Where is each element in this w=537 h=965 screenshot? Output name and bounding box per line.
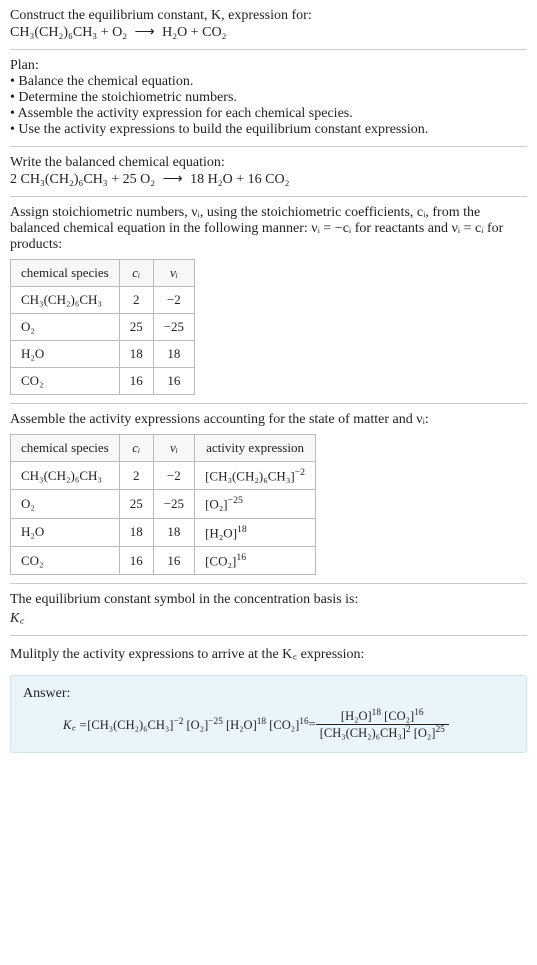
unbalanced-equation: CH₃(CH₂)₆CH₃ + O₂ ⟶ H₂O + CO₂ <box>10 24 527 41</box>
kc-expression: K꜀ = [CH₃(CH₂)₆CH₃]−2 [O₂]−25 [H₂O]18 [C… <box>23 708 514 741</box>
balanced-lhs: 2 CH₃(CH₂)₆CH₃ + 25 O₂ <box>10 172 155 187</box>
multiply-block: Mulitply the activity expressions to arr… <box>0 636 537 671</box>
multiply-text: Mulitply the activity expressions to arr… <box>10 644 527 663</box>
intro-block: Construct the equilibrium constant, K, e… <box>0 0 537 49</box>
cell-activity: [O₂]−25 <box>195 490 316 518</box>
col-species: chemical species <box>11 435 120 462</box>
activity-heading: Assemble the activity expressions accoun… <box>10 412 527 428</box>
kc-symbol: K꜀ <box>10 608 527 627</box>
cell-species: CH₃(CH₂)₆CH₃ <box>11 287 120 314</box>
cell-ci: 18 <box>119 518 153 546</box>
cell-species: CH₃(CH₂)₆CH₃ <box>11 462 120 490</box>
cell-vi: −25 <box>153 490 194 518</box>
table-row: CO₂ 16 16 <box>11 368 195 395</box>
cell-species: H₂O <box>11 518 120 546</box>
plan-bullet: • Balance the chemical equation. <box>10 74 527 90</box>
cell-activity: [CH₃(CH₂)₆CH₃]−2 <box>195 462 316 490</box>
reaction-arrow-icon: ⟶ <box>159 172 187 187</box>
cell-activity: [H₂O]18 <box>195 518 316 546</box>
cell-species: O₂ <box>11 490 120 518</box>
reaction-rhs: H₂O + CO₂ <box>162 25 226 40</box>
cell-species: H₂O <box>11 341 120 368</box>
table-header-row: chemical species cᵢ νᵢ <box>11 260 195 287</box>
term: [CH₃(CH₂)₆CH₃]−2 <box>87 717 183 733</box>
col-species: chemical species <box>11 260 120 287</box>
table-header-row: chemical species cᵢ νᵢ activity expressi… <box>11 435 316 462</box>
fraction-numerator: [H₂O]18 [CO₂]16 <box>316 708 449 725</box>
assign-block: Assign stoichiometric numbers, νᵢ, using… <box>0 197 537 403</box>
col-vi: νᵢ <box>153 435 194 462</box>
table-row: CO₂ 16 16 [CO₂]16 <box>11 546 316 574</box>
col-ci: cᵢ <box>119 260 153 287</box>
activity-exp: −25 <box>228 495 243 506</box>
plan-heading: Plan: <box>10 58 527 74</box>
cell-vi: 18 <box>153 341 194 368</box>
reaction-lhs: CH₃(CH₂)₆CH₃ + O₂ <box>10 25 127 40</box>
symbol-block: The equilibrium constant symbol in the c… <box>0 584 537 635</box>
cell-activity: [CO₂]16 <box>195 546 316 574</box>
plan-bullet: • Use the activity expressions to build … <box>10 122 527 138</box>
term: [CO₂]16 <box>269 717 308 733</box>
activity-base: [H₂O] <box>205 525 237 540</box>
table-row: CH₃(CH₂)₆CH₃ 2 −2 <box>11 287 195 314</box>
symbol-text: The equilibrium constant symbol in the c… <box>10 592 527 608</box>
cell-ci: 16 <box>119 368 153 395</box>
activity-exp: 16 <box>236 552 246 563</box>
stoich-table: chemical species cᵢ νᵢ CH₃(CH₂)₆CH₃ 2 −2… <box>10 259 195 395</box>
activity-exp: −2 <box>295 467 305 478</box>
balanced-rhs: 18 H₂O + 16 CO₂ <box>190 172 289 187</box>
term: [O₂]−25 <box>187 717 223 733</box>
cell-vi: 16 <box>153 368 194 395</box>
plan-bullet: • Assemble the activity expression for e… <box>10 106 527 122</box>
cell-ci: 2 <box>119 287 153 314</box>
table-row: O₂ 25 −25 [O₂]−25 <box>11 490 316 518</box>
col-vi: νᵢ <box>153 260 194 287</box>
activity-base: [CH₃(CH₂)₆CH₃] <box>205 468 295 483</box>
kc-equals: K꜀ = <box>63 716 87 733</box>
reaction-arrow-icon: ⟶ <box>131 25 159 40</box>
equals: = <box>309 717 316 732</box>
activity-base: [O₂] <box>205 497 228 512</box>
fraction: [H₂O]18 [CO₂]16 [CH₃(CH₂)₆CH₃]2 [O₂]25 <box>316 708 449 741</box>
cell-species: CO₂ <box>11 546 120 574</box>
term: [H₂O]18 <box>226 717 266 733</box>
cell-vi: −25 <box>153 314 194 341</box>
table-row: H₂O 18 18 [H₂O]18 <box>11 518 316 546</box>
cell-ci: 2 <box>119 462 153 490</box>
fraction-denominator: [CH₃(CH₂)₆CH₃]2 [O₂]25 <box>316 725 449 741</box>
plan-block: Plan: • Balance the chemical equation. •… <box>0 50 537 146</box>
cell-vi: −2 <box>153 462 194 490</box>
plan-bullet: • Determine the stoichiometric numbers. <box>10 90 527 106</box>
intro-line: Construct the equilibrium constant, K, e… <box>10 8 527 24</box>
cell-vi: −2 <box>153 287 194 314</box>
cell-species: O₂ <box>11 314 120 341</box>
cell-ci: 25 <box>119 490 153 518</box>
activity-table: chemical species cᵢ νᵢ activity expressi… <box>10 434 316 575</box>
assign-text: Assign stoichiometric numbers, νᵢ, using… <box>10 205 527 253</box>
table-row: H₂O 18 18 <box>11 341 195 368</box>
answer-box: Answer: K꜀ = [CH₃(CH₂)₆CH₃]−2 [O₂]−25 [H… <box>10 675 527 752</box>
table-row: CH₃(CH₂)₆CH₃ 2 −2 [CH₃(CH₂)₆CH₃]−2 <box>11 462 316 490</box>
cell-species: CO₂ <box>11 368 120 395</box>
balanced-block: Write the balanced chemical equation: 2 … <box>0 147 537 196</box>
activity-base: [CO₂] <box>205 553 236 568</box>
cell-ci: 25 <box>119 314 153 341</box>
cell-ci: 18 <box>119 341 153 368</box>
cell-vi: 18 <box>153 518 194 546</box>
balanced-equation: 2 CH₃(CH₂)₆CH₃ + 25 O₂ ⟶ 18 H₂O + 16 CO₂ <box>10 171 527 188</box>
answer-label: Answer: <box>23 686 514 702</box>
cell-vi: 16 <box>153 546 194 574</box>
col-ci: cᵢ <box>119 435 153 462</box>
col-activity: activity expression <box>195 435 316 462</box>
activity-block: Assemble the activity expressions accoun… <box>0 404 537 583</box>
table-row: O₂ 25 −25 <box>11 314 195 341</box>
balanced-heading: Write the balanced chemical equation: <box>10 155 527 171</box>
cell-ci: 16 <box>119 546 153 574</box>
activity-exp: 18 <box>237 524 247 535</box>
